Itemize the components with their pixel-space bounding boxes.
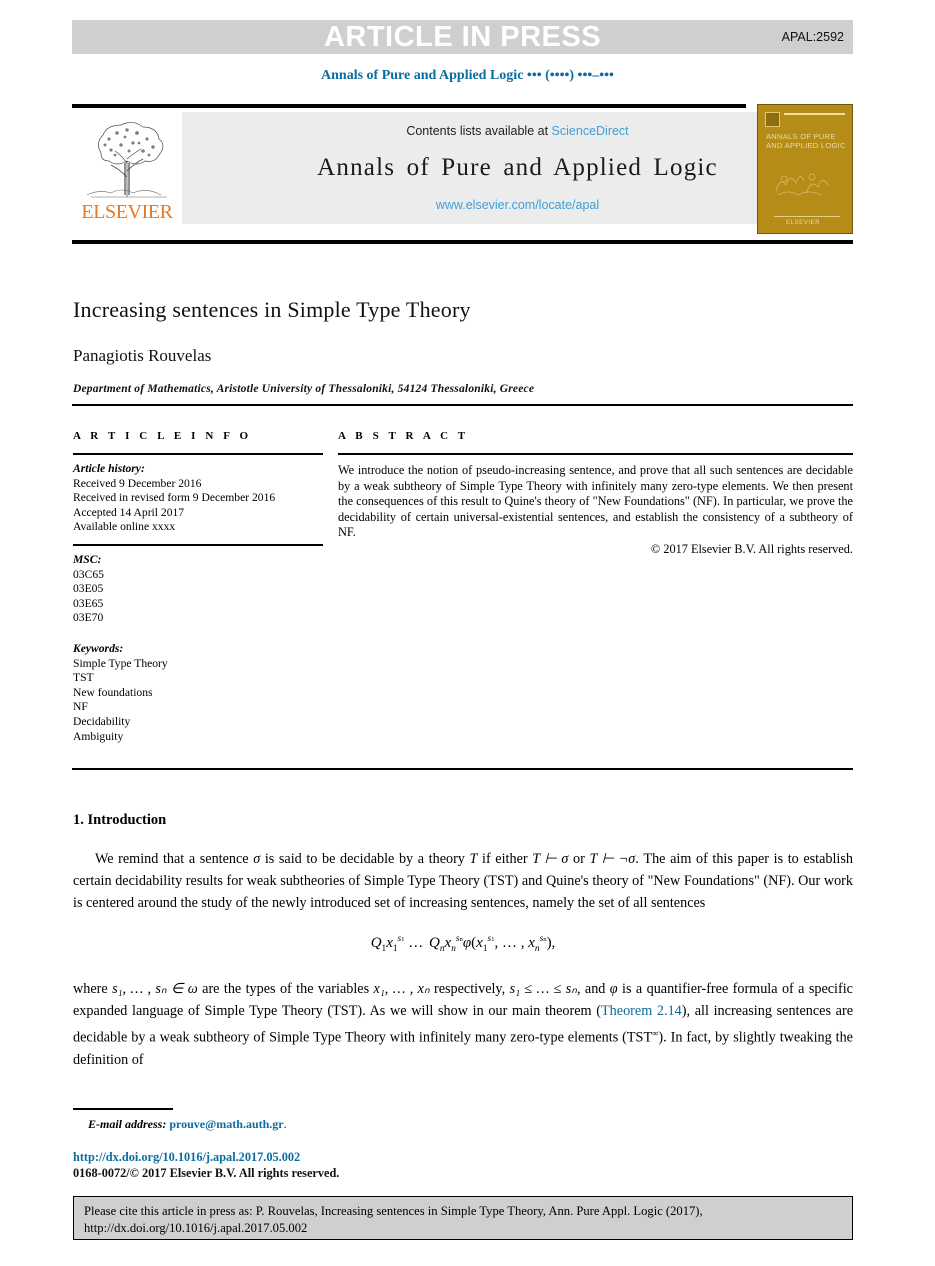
journal-cover-thumbnail: ANNALS OF PURE AND APPLIED LOGIC ELSEVIE… <box>757 104 853 234</box>
section-heading-introduction: 1. Introduction <box>73 812 167 828</box>
history-item: Received 9 December 2016 <box>73 476 202 490</box>
history-item: Accepted 14 April 2017 <box>73 505 185 519</box>
intro-p2-c: are the types of the variables <box>197 981 374 997</box>
cover-footer-rule <box>774 216 840 217</box>
footnote-email-line: E-mail address: prouve@math.auth.gr. <box>88 1117 287 1132</box>
display-formula: Q1x1s1 … Qnxnsnφ(x1s1, … , xnsn), <box>370 934 556 954</box>
intro-p2-a: where <box>73 981 113 997</box>
introduction-body: We remind that a sentence σ is said to b… <box>73 848 853 1071</box>
theorem-reference-link[interactable]: Theorem 2.14 <box>601 1003 682 1019</box>
keywords-label: Keywords: <box>73 641 124 655</box>
issn-copyright-line: 0168-0072/© 2017 Elsevier B.V. All right… <box>73 1166 340 1180</box>
journal-title: Annals of Pure and Applied Logic <box>317 154 718 181</box>
article-code-label: APAL:2592 <box>781 30 844 44</box>
intro-types-list: s₁, … , sₙ ∈ ω <box>112 981 198 997</box>
email-address-label: E-mail address: <box>88 1117 167 1131</box>
article-in-press-label: ARTICLE IN PRESS <box>323 20 602 53</box>
intro-p1-a: We remind that a sentence <box>95 851 254 867</box>
intro-p1-c: if either <box>477 851 533 867</box>
author-affiliation: Department of Mathematics, Aristotle Uni… <box>73 383 535 395</box>
intro-type-order: s₁ ≤ … ≤ sₙ <box>509 981 577 997</box>
cite-line-2: http://dx.doi.org/10.1016/j.apal.2017.05… <box>84 1221 308 1235</box>
journal-masthead: ELSEVIER Contents lists available at Sci… <box>72 104 853 224</box>
info-section-bottom-rule <box>72 768 853 770</box>
masthead-content-box: Contents lists available at ScienceDirec… <box>182 112 853 224</box>
keywords-block: Keywords: Simple Type Theory TST New fou… <box>73 642 323 744</box>
intro-p2-g: , and <box>576 981 610 997</box>
cite-this-article-box: Please cite this article in press as: P.… <box>73 1196 853 1240</box>
info-section-top-rule <box>72 404 853 406</box>
journal-url-link[interactable]: www.elsevier.com/locate/apal <box>436 198 599 212</box>
intro-vars-list: x₁, … , xₙ <box>373 981 430 997</box>
keyword-item: Ambiguity <box>73 729 124 743</box>
abstract-heading: A B S T R A C T <box>338 430 469 442</box>
introduction-paragraph-2: where s₁, … , sₙ ∈ ω are the types of th… <box>73 978 853 1071</box>
article-info-column: A R T I C L E I N F O Article history: R… <box>73 430 323 744</box>
contents-prefix: Contents lists available at <box>406 124 549 138</box>
elsevier-logo: ELSEVIER <box>72 112 182 224</box>
msc-code: 03E70 <box>73 611 104 625</box>
cover-artwork-icon <box>775 173 829 196</box>
history-item: Received in revised form 9 December 2016 <box>73 491 276 505</box>
intro-phi: φ <box>609 981 618 997</box>
intro-p1-b: is said to be decidable by a theory <box>260 851 470 867</box>
running-head: Annals of Pure and Applied Logic ••• (••… <box>321 68 614 83</box>
abstract-copyright: © 2017 Elsevier B.V. All rights reserved… <box>650 541 853 556</box>
msc-code: 03C65 <box>73 567 104 581</box>
masthead-top-rule <box>72 104 746 108</box>
cover-title-label: ANNALS OF PURE AND APPLIED LOGIC <box>766 132 846 150</box>
intro-p1-e: or <box>568 851 590 867</box>
article-history-block: Article history: Received 9 December 201… <box>73 462 323 535</box>
cover-top-line <box>784 113 845 115</box>
keyword-item: Decidability <box>73 714 131 728</box>
article-info-heading-rule <box>73 453 323 455</box>
abstract-heading-rule <box>338 453 853 455</box>
elsevier-wordmark: ELSEVIER <box>81 201 173 223</box>
footnote-rule <box>73 1108 173 1110</box>
article-in-press-banner: ARTICLE IN PRESS APAL:2592 <box>72 20 853 54</box>
contents-available-line: Contents lists available at ScienceDirec… <box>406 124 628 138</box>
keyword-item: Simple Type Theory <box>73 656 168 670</box>
keyword-item: NF <box>73 700 88 714</box>
doi-link[interactable]: http://dx.doi.org/10.1016/j.apal.2017.05… <box>73 1150 300 1165</box>
abstract-column: A B S T R A C T We introduce the notion … <box>338 430 853 557</box>
msc-label: MSC: <box>73 552 102 566</box>
intro-entails-2: T ⊢ ¬σ <box>589 851 636 867</box>
keyword-item: New foundations <box>73 685 153 699</box>
elsevier-tree-icon <box>86 122 167 198</box>
sciencedirect-link[interactable]: ScienceDirect <box>552 124 629 138</box>
introduction-paragraph-1: We remind that a sentence σ is said to b… <box>73 848 853 914</box>
page-title: Increasing sentences in Simple Type Theo… <box>73 297 471 322</box>
keyword-item: TST <box>73 671 94 685</box>
cover-footer-label: ELSEVIER <box>786 220 821 226</box>
article-info-heading: A R T I C L E I N F O <box>73 430 252 442</box>
msc-divider-rule <box>73 543 323 546</box>
cover-publisher-mark <box>765 112 780 127</box>
history-item: Available online xxxx <box>73 520 176 534</box>
email-period: . <box>283 1117 287 1131</box>
cite-line-1: Please cite this article in press as: P.… <box>84 1204 703 1218</box>
abstract-text: We introduce the notion of pseudo-increa… <box>338 463 853 540</box>
author-name: Panagiotis Rouvelas <box>73 346 212 365</box>
email-address-link[interactable]: prouve@math.auth.gr <box>169 1117 283 1131</box>
article-history-label: Article history: <box>73 462 145 475</box>
masthead-bottom-rule <box>72 240 853 244</box>
intro-p2-e: respectively, <box>429 981 510 997</box>
msc-code: 03E05 <box>73 582 104 596</box>
msc-block: MSC: 03C65 03E05 03E65 03E70 <box>73 553 323 626</box>
intro-entails-1: T ⊢ σ <box>532 851 569 867</box>
msc-code: 03E65 <box>73 596 104 610</box>
